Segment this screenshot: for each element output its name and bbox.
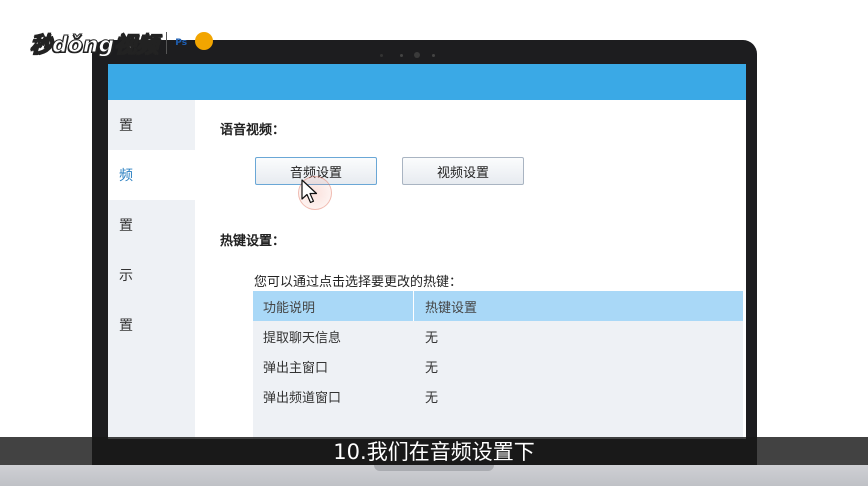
settings-sidebar: 置 频 置 示 置 bbox=[108, 100, 195, 439]
brand-watermark: 秒dǒng视频 Ps bbox=[29, 26, 227, 60]
mouse-cursor-icon bbox=[301, 179, 318, 204]
table-cell-hotkey: 无 bbox=[425, 360, 439, 376]
sidebar-item-voice-video[interactable]: 频 bbox=[108, 150, 195, 200]
table-row[interactable]: 提取聊天信息 无 bbox=[253, 321, 743, 351]
brand-logo: 秒dǒng视频 bbox=[29, 33, 159, 59]
sun-icon bbox=[195, 32, 214, 50]
sensor-icon bbox=[432, 54, 435, 57]
sensor-icon bbox=[400, 54, 403, 57]
sidebar-item-label: 频 bbox=[119, 168, 133, 184]
app-window: 置 频 置 示 置 语音视频： 音频设置 视频设置 热键设置： 您可以通过点击选… bbox=[108, 64, 746, 439]
webcam-icon bbox=[414, 52, 420, 58]
sidebar-item-notifications[interactable]: 示 bbox=[108, 250, 195, 300]
hotkeys-hint: 您可以通过点击选择要更改的热键： bbox=[254, 275, 463, 290]
table-row[interactable]: 弹出频道窗口 无 bbox=[253, 381, 743, 411]
sidebar-item-label: 置 bbox=[119, 118, 133, 134]
sidebar-item-label: 置 bbox=[119, 318, 133, 334]
column-header-hotkey: 热键设置 bbox=[425, 300, 478, 316]
table-cell-function: 提取聊天信息 bbox=[263, 330, 342, 346]
table-cell-hotkey: 无 bbox=[425, 390, 439, 406]
sidebar-item-hotkeys[interactable]: 置 bbox=[108, 200, 195, 250]
table-cell-hotkey: 无 bbox=[425, 330, 439, 346]
table-cell-function: 弹出主窗口 bbox=[263, 360, 329, 376]
brand-separator bbox=[166, 32, 168, 54]
table-row[interactable]: 弹出主窗口 无 bbox=[253, 351, 743, 381]
voice-video-title: 语音视频： bbox=[220, 123, 286, 138]
sidebar-item-other[interactable]: 置 bbox=[108, 300, 195, 350]
sidebar-item-label: 置 bbox=[119, 218, 133, 234]
video-caption: 10.我们在音频设置下 bbox=[333, 440, 535, 464]
window-titlebar bbox=[108, 64, 746, 100]
hotkeys-table: 功能说明 热键设置 提取聊天信息 无 弹出主窗口 无 弹出频道窗口 无 bbox=[253, 291, 743, 439]
partner-logo-text: Ps bbox=[175, 38, 188, 48]
sensor-icon bbox=[380, 54, 383, 57]
table-cell-function: 弹出频道窗口 bbox=[263, 390, 342, 406]
hotkeys-title: 热键设置： bbox=[220, 234, 286, 249]
column-header-function: 功能说明 bbox=[253, 291, 414, 321]
table-header: 功能说明 热键设置 bbox=[253, 291, 743, 321]
table-row-partial[interactable] bbox=[253, 411, 743, 439]
video-settings-button[interactable]: 视频设置 bbox=[402, 157, 524, 185]
partner-logo: Ps bbox=[175, 30, 227, 56]
settings-content: 语音视频： 音频设置 视频设置 热键设置： 您可以通过点击选择要更改的热键： 功… bbox=[195, 100, 746, 439]
laptop-notch bbox=[374, 465, 494, 471]
sidebar-item-general[interactable]: 置 bbox=[108, 100, 195, 150]
sidebar-item-label: 示 bbox=[119, 268, 133, 284]
